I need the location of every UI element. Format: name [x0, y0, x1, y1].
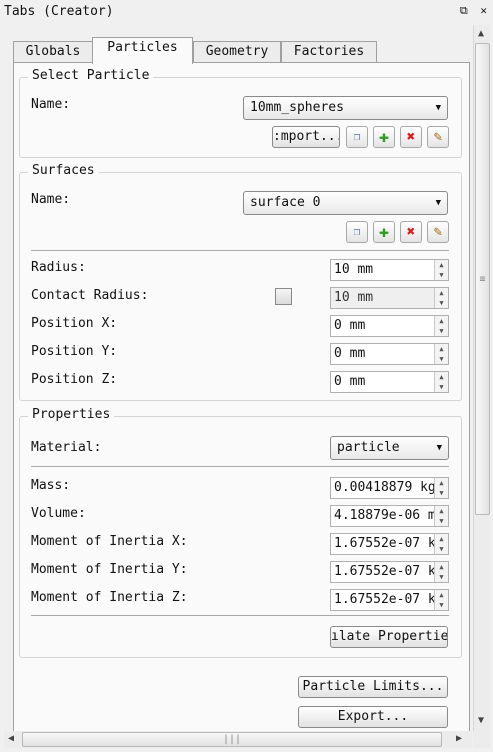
chevron-down-icon: ▼: [436, 443, 442, 453]
select-particle-group: Select Particle Name: 10mm_spheres ▼ :mp…: [19, 68, 462, 158]
copy-icon[interactable]: ❐: [346, 221, 368, 243]
particle-name-value: 10mm_spheres: [250, 100, 344, 115]
moi-y-value: 1.67552e-07 k: [334, 564, 434, 579]
close-icon[interactable]: ✕: [480, 4, 487, 17]
tab-globals[interactable]: Globals: [13, 41, 93, 63]
volume-input[interactable]: 4.18879e-06 m ▲ ▼: [330, 505, 449, 527]
float-icon[interactable]: ⧉: [460, 4, 468, 17]
divider: [31, 615, 449, 616]
particles-panel: Select Particle Name: 10mm_spheres ▼ :mp…: [13, 62, 470, 738]
spinner-arrows-icon[interactable]: ▲ ▼: [434, 372, 448, 392]
surfaces-title: Surfaces: [28, 163, 99, 178]
export-button[interactable]: Export...: [298, 706, 448, 728]
scroll-left-icon[interactable]: ◀: [8, 733, 14, 744]
delete-icon[interactable]: ✖: [400, 126, 422, 148]
moi-x-label: Moment of Inertia X:: [31, 534, 188, 549]
surface-name-value: surface 0: [250, 195, 321, 210]
horizontal-scrollbar[interactable]: ◀ ||| ▶: [4, 731, 472, 748]
scroll-down-icon[interactable]: ▼: [478, 715, 484, 726]
add-icon[interactable]: ✚: [373, 126, 395, 148]
radius-input[interactable]: 10 mm ▲ ▼: [330, 259, 449, 281]
position-x-input[interactable]: 0 mm ▲ ▼: [330, 315, 449, 337]
mass-value: 0.00418879 kg: [334, 480, 434, 495]
spinner-arrows-icon[interactable]: ▲ ▼: [434, 260, 448, 280]
contact-radius-value: 10 mm: [334, 290, 374, 305]
position-z-value: 0 mm: [334, 374, 366, 389]
position-z-label: Position Z:: [31, 372, 118, 387]
edit-icon[interactable]: ✎: [427, 126, 449, 148]
spinner-arrows-icon[interactable]: ▲ ▼: [434, 288, 448, 308]
particle-limits-button[interactable]: Particle Limits...: [298, 676, 448, 698]
position-z-input[interactable]: 0 mm ▲ ▼: [330, 371, 449, 393]
divider: [31, 250, 449, 251]
window-title: Tabs (Creator): [4, 4, 114, 19]
scroll-corner: [473, 731, 490, 748]
surfaces-group: Surfaces Name: surface 0 ▼ ❐ ✚ ✖ ✎ Radiu…: [19, 163, 462, 401]
surface-name-select[interactable]: surface 0 ▼: [243, 191, 448, 215]
moi-z-label: Moment of Inertia Z:: [31, 590, 188, 605]
surface-name-label: Name:: [31, 192, 71, 207]
add-icon[interactable]: ✚: [373, 221, 395, 243]
radius-value: 10 mm: [334, 262, 374, 277]
dock-title-bar: Tabs (Creator) ⧉ ✕: [0, 0, 493, 25]
moi-x-input[interactable]: 1.67552e-07 k ▲ ▼: [330, 533, 449, 555]
chevron-down-icon: ▼: [435, 198, 441, 208]
moi-z-value: 1.67552e-07 k: [334, 592, 434, 607]
properties-group: Properties Material: particle ▼ Mass: 0.…: [19, 407, 462, 658]
spinner-arrows-icon[interactable]: ▲ ▼: [434, 506, 448, 526]
tab-geometry[interactable]: Geometry: [193, 41, 281, 63]
material-label: Material:: [31, 440, 102, 455]
spinner-arrows-icon[interactable]: ▲ ▼: [434, 344, 448, 364]
scroll-up-icon[interactable]: ▲: [478, 28, 484, 39]
grip-icon: ≡: [479, 274, 486, 285]
moi-y-label: Moment of Inertia Y:: [31, 562, 188, 577]
spinner-arrows-icon[interactable]: ▲ ▼: [434, 534, 448, 554]
delete-icon[interactable]: ✖: [400, 221, 422, 243]
tab-particles[interactable]: Particles: [92, 37, 193, 64]
particle-name-label: Name:: [31, 97, 71, 112]
scroll-right-icon[interactable]: ▶: [456, 733, 462, 744]
vertical-scroll-thumb[interactable]: ≡: [475, 43, 490, 515]
vertical-scrollbar[interactable]: ▲ ≡ ▼: [473, 25, 490, 731]
chevron-down-icon: ▼: [435, 103, 441, 113]
calculate-properties-button[interactable]: ılate Propertie: [330, 626, 448, 648]
select-particle-title: Select Particle: [28, 68, 154, 83]
divider: [31, 466, 449, 467]
properties-title: Properties: [28, 407, 115, 422]
contact-radius-label: Contact Radius:: [31, 288, 149, 303]
position-x-value: 0 mm: [334, 318, 366, 333]
volume-label: Volume:: [31, 506, 86, 521]
mass-input[interactable]: 0.00418879 kg ▲ ▼: [330, 477, 449, 499]
moi-z-input[interactable]: 1.67552e-07 k ▲ ▼: [330, 589, 449, 611]
position-y-label: Position Y:: [31, 344, 118, 359]
moi-y-input[interactable]: 1.67552e-07 k ▲ ▼: [330, 561, 449, 583]
material-select[interactable]: particle ▼: [330, 436, 449, 460]
position-y-input[interactable]: 0 mm ▲ ▼: [330, 343, 449, 365]
mass-label: Mass:: [31, 478, 71, 493]
contact-radius-input[interactable]: 10 mm ▲ ▼: [330, 287, 449, 309]
spinner-arrows-icon[interactable]: ▲ ▼: [434, 316, 448, 336]
position-x-label: Position X:: [31, 316, 118, 331]
position-y-value: 0 mm: [334, 346, 366, 361]
material-value: particle: [337, 440, 400, 455]
spinner-arrows-icon[interactable]: ▲ ▼: [434, 478, 448, 498]
contact-radius-checkbox[interactable]: [275, 288, 292, 305]
import-button[interactable]: :mport...: [272, 126, 340, 148]
volume-value: 4.18879e-06 m: [334, 508, 434, 523]
moi-x-value: 1.67552e-07 k: [334, 536, 434, 551]
spinner-arrows-icon[interactable]: ▲ ▼: [434, 562, 448, 582]
grip-icon: |||: [222, 734, 242, 745]
copy-icon[interactable]: ❐: [346, 126, 368, 148]
particle-name-select[interactable]: 10mm_spheres ▼: [243, 96, 448, 120]
spinner-arrows-icon[interactable]: ▲ ▼: [434, 590, 448, 610]
edit-icon[interactable]: ✎: [427, 221, 449, 243]
horizontal-scroll-thumb[interactable]: |||: [22, 732, 442, 747]
radius-label: Radius:: [31, 260, 86, 275]
tab-factories[interactable]: Factories: [281, 41, 377, 63]
